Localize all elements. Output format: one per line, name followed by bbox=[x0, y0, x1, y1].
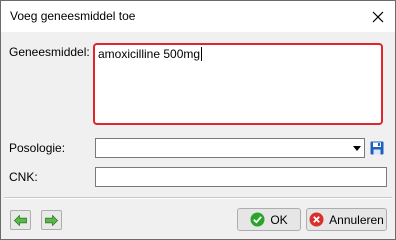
title-bar: Voeg geneesmiddel toe bbox=[1, 1, 395, 32]
dosage-label: Posologie: bbox=[9, 141, 66, 155]
dosage-dropdown-toggle[interactable] bbox=[350, 139, 364, 157]
close-icon bbox=[372, 11, 384, 22]
floppy-disk-icon bbox=[370, 141, 384, 155]
arrow-left-icon bbox=[14, 214, 27, 226]
ok-label: OK bbox=[270, 212, 288, 227]
cancel-icon bbox=[309, 212, 324, 227]
text-caret bbox=[201, 47, 203, 61]
ok-button[interactable]: OK bbox=[237, 208, 301, 231]
save-dosage-button[interactable] bbox=[367, 138, 387, 158]
cancel-label: Annuleren bbox=[329, 212, 384, 227]
dosage-dropdown[interactable] bbox=[95, 138, 365, 158]
checkmark-icon bbox=[250, 212, 265, 227]
cancel-button[interactable]: Annuleren bbox=[306, 208, 387, 231]
close-button[interactable] bbox=[361, 1, 395, 32]
cnk-label: CNK: bbox=[9, 170, 38, 184]
dialog-window: Voeg geneesmiddel toe Geneesmiddel: amox… bbox=[0, 0, 396, 240]
arrow-right-icon bbox=[45, 214, 58, 226]
medicine-textarea[interactable]: amoxicilline 500mg bbox=[93, 43, 383, 125]
window-title: Voeg geneesmiddel toe bbox=[10, 9, 136, 23]
cnk-input[interactable] bbox=[95, 167, 387, 187]
previous-button[interactable] bbox=[10, 210, 31, 230]
next-button[interactable] bbox=[41, 210, 62, 230]
medicine-value: amoxicilline 500mg bbox=[98, 47, 201, 61]
medicine-label: Geneesmiddel: bbox=[9, 45, 90, 59]
chevron-down-icon bbox=[353, 145, 361, 151]
footer-separator bbox=[4, 197, 392, 199]
